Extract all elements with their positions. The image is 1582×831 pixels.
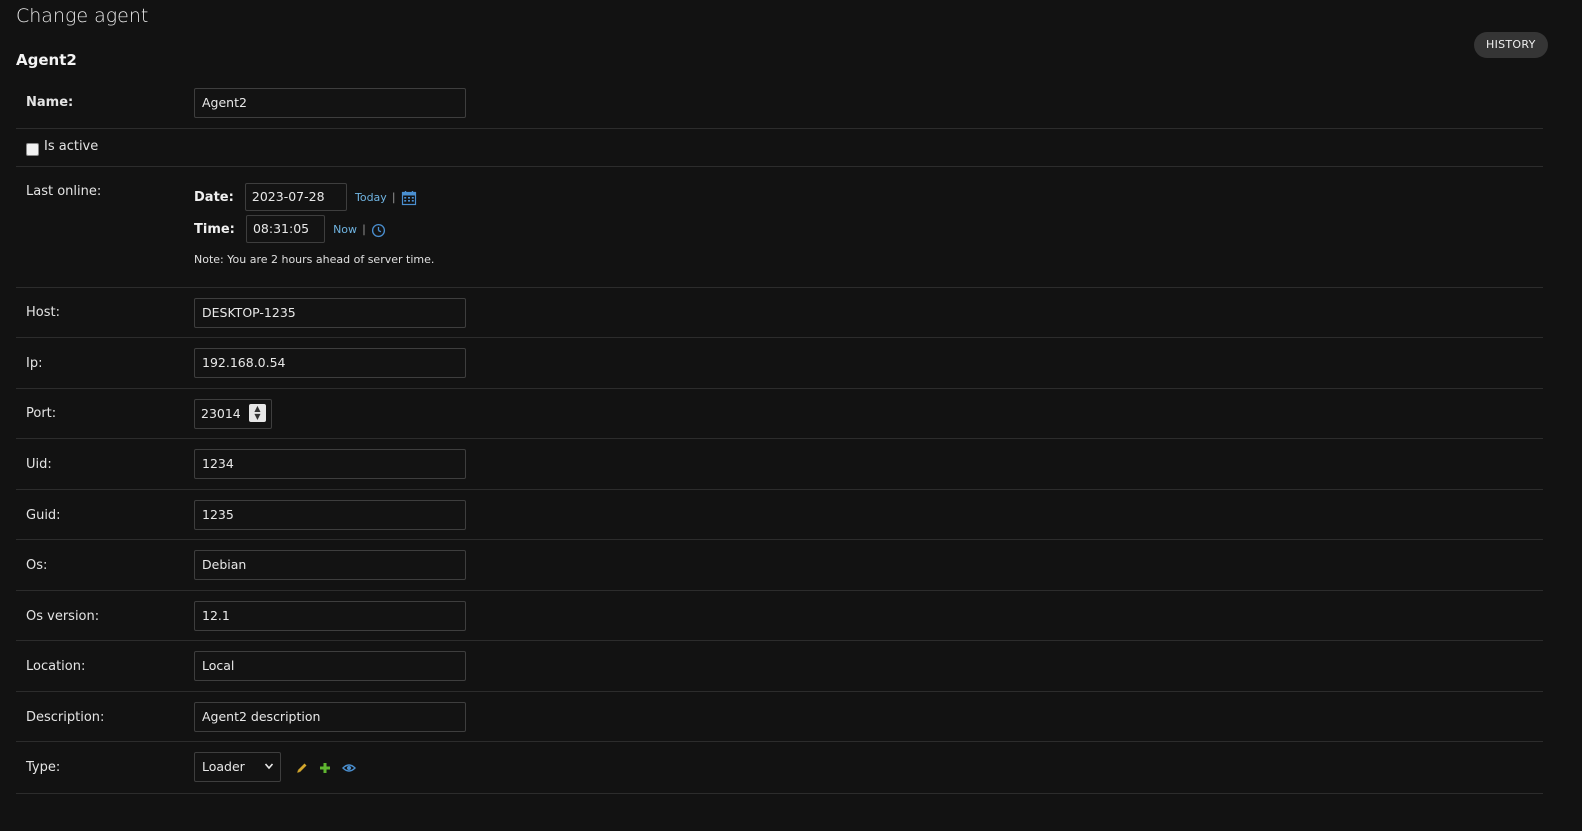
location-row: Location: Local	[16, 641, 1543, 692]
spinner-down-icon[interactable]: ▼	[253, 413, 262, 421]
name-label: Name:	[26, 95, 74, 110]
agent-form: Name: Agent2 Is active Last online: Date…	[16, 79, 1543, 794]
ip-input[interactable]: 192.168.0.54	[194, 348, 466, 378]
clock-icon[interactable]	[371, 220, 386, 239]
uid-row: Uid: 1234	[16, 439, 1543, 490]
today-link[interactable]: Today	[355, 191, 387, 204]
name-input[interactable]: Agent2	[194, 88, 466, 118]
os-input[interactable]: Debian	[194, 550, 466, 580]
is-active-label: Is active	[44, 139, 99, 154]
spinner-icon[interactable]: ▲ ▼	[249, 404, 266, 422]
chevron-down-icon	[264, 753, 274, 792]
host-input[interactable]: DESKTOP-1235	[194, 298, 466, 328]
date-group: Date: 2023-07-28 Today |	[194, 183, 417, 211]
history-button[interactable]: HISTORY	[1474, 32, 1548, 58]
ip-label: Ip:	[26, 356, 43, 371]
port-label: Port:	[26, 406, 57, 421]
last-online-row: Last online: Date: 2023-07-28 Today | Ti…	[16, 167, 1543, 288]
time-separator: |	[362, 222, 366, 236]
port-value: 23014	[201, 406, 241, 421]
location-input[interactable]: Local	[194, 651, 466, 681]
change-agent-page: Change agent HISTORY Agent2 Name: Agent2…	[0, 0, 1582, 831]
host-label: Host:	[26, 305, 60, 320]
now-link[interactable]: Now	[333, 223, 357, 236]
guid-row: Guid: 1235	[16, 490, 1543, 540]
timezone-note: Note: You are 2 hours ahead of server ti…	[194, 253, 435, 266]
time-label: Time:	[194, 221, 235, 237]
port-row: Port: 23014 ▲ ▼	[16, 389, 1543, 439]
uid-input[interactable]: 1234	[194, 449, 466, 479]
is-active-row: Is active	[16, 129, 1543, 167]
ip-row: Ip: 192.168.0.54	[16, 338, 1543, 389]
guid-input[interactable]: 1235	[194, 500, 466, 530]
time-group: Time: 08:31:05 Now |	[194, 215, 386, 243]
host-row: Host: DESKTOP-1235	[16, 288, 1543, 338]
os-version-row: Os version: 12.1	[16, 591, 1543, 641]
pencil-icon[interactable]	[296, 758, 308, 777]
os-label: Os:	[26, 558, 48, 573]
type-select[interactable]: Loader	[194, 752, 281, 782]
date-separator: |	[391, 190, 396, 204]
uid-label: Uid:	[26, 457, 52, 472]
guid-label: Guid:	[26, 508, 61, 523]
is-active-checkbox[interactable]	[26, 143, 39, 156]
location-label: Location:	[26, 659, 86, 674]
date-label: Date:	[194, 189, 234, 205]
description-input[interactable]: Agent2 description	[194, 702, 466, 732]
eye-icon[interactable]	[342, 758, 357, 777]
type-label: Type:	[26, 760, 61, 775]
type-select-value: Loader	[202, 759, 245, 774]
type-field: Loader	[194, 752, 357, 782]
object-title: Agent2	[16, 51, 77, 69]
os-row: Os: Debian	[16, 540, 1543, 591]
port-field: 23014 ▲ ▼	[194, 399, 272, 429]
os-version-label: Os version:	[26, 609, 100, 624]
date-input[interactable]: 2023-07-28	[244, 183, 347, 211]
name-row: Name: Agent2	[16, 79, 1543, 129]
description-row: Description: Agent2 description	[16, 692, 1543, 742]
page-title: Change agent	[16, 5, 149, 27]
os-version-input[interactable]: 12.1	[194, 601, 466, 631]
calendar-icon[interactable]	[401, 188, 417, 207]
type-row: Type: Loader	[16, 742, 1543, 794]
last-online-label: Last online:	[26, 184, 102, 199]
plus-icon[interactable]	[319, 758, 331, 777]
time-input[interactable]: 08:31:05	[245, 215, 325, 243]
description-label: Description:	[26, 710, 105, 725]
port-input[interactable]: 23014 ▲ ▼	[194, 399, 272, 429]
